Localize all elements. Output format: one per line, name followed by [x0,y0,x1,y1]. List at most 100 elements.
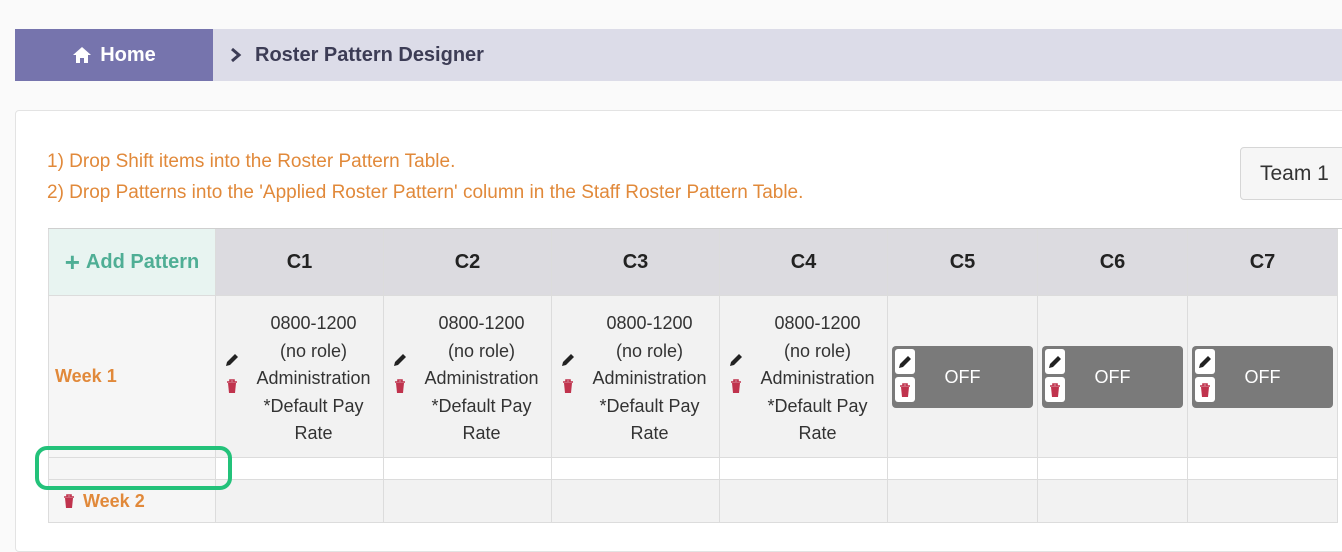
drop-zone[interactable] [552,458,720,480]
shift-item[interactable]: 0800-1200 (no role) Administration *Defa… [384,296,551,457]
shift-pay-rate: Rate [630,423,669,444]
chevron-right-icon [231,47,242,63]
delete-button[interactable] [895,377,915,402]
trash-icon [1200,382,1210,397]
pattern-cell[interactable] [216,480,384,523]
home-icon [73,47,92,63]
shift-details: 0800-1200 (no role) Administration *Defa… [412,310,551,448]
column-header: C5 [888,229,1038,296]
pencil-icon [1049,355,1061,368]
shift-department: Administration [424,368,539,389]
drop-zone[interactable] [720,458,888,480]
home-link[interactable]: Home [15,29,213,81]
pencil-icon [899,355,911,368]
pencil-icon[interactable] [728,352,744,368]
plus-icon: + [64,247,80,277]
shift-time: 0800-1200 [438,313,525,333]
instruction-line: 2) Drop Patterns into the 'Applied Roste… [47,182,804,203]
drop-zone-row [48,458,1342,480]
edit-button[interactable] [1045,349,1065,374]
trash-icon[interactable] [560,378,576,394]
edit-button[interactable] [1195,349,1215,374]
pattern-cell[interactable]: OFF [1188,296,1338,458]
breadcrumb-current: Roster Pattern Designer [255,43,484,66]
pencil-icon[interactable] [392,352,408,368]
shift-item[interactable]: 0800-1200 (no role) Administration *Defa… [720,296,887,457]
highlight-outline [35,446,232,490]
pattern-cell[interactable]: OFF [888,296,1038,458]
team-select-value: Team 1 [1260,161,1329,185]
shift-pay-rate: Rate [798,423,837,444]
drop-zone[interactable] [384,458,552,480]
trash-icon[interactable] [392,378,408,394]
shift-pay-rate: *Default Pay [263,395,364,416]
shift-pay-rate: *Default Pay [431,395,532,416]
trash-icon [1050,382,1060,397]
pattern-cell[interactable]: OFF [1038,296,1188,458]
trash-icon [900,382,910,397]
drop-zone[interactable] [888,458,1038,480]
pattern-cell[interactable] [552,480,720,523]
instruction-line: 1) Drop Shift items into the Roster Patt… [47,151,456,172]
column-header: C7 [1188,229,1338,296]
column-header: C6 [1038,229,1188,296]
shift-details: 0800-1200 (no role) Administration *Defa… [580,310,719,448]
table-header-row: + Add Pattern C1 C2 C3 C4 C5 C6 C7 [48,229,1342,296]
pattern-cell[interactable] [720,480,888,523]
pattern-cell[interactable] [1038,480,1188,523]
drop-zone[interactable] [216,458,384,480]
shift-pay-rate: Rate [462,423,501,444]
shift-time: 0800-1200 [270,313,357,333]
shift-item[interactable]: 0800-1200 (no role) Administration *Defa… [552,296,719,457]
shift-role: (no role) [783,340,852,361]
delete-button[interactable] [1045,377,1065,402]
column-header: C3 [552,229,720,296]
pattern-cell[interactable] [384,480,552,523]
pattern-cell[interactable] [1188,480,1338,523]
shift-time: 0800-1200 [606,313,693,333]
pattern-cell[interactable]: 0800-1200 (no role) Administration *Defa… [720,296,888,458]
drop-zone[interactable] [1188,458,1338,480]
pencil-icon [1199,355,1211,368]
shift-department: Administration [256,368,371,389]
pattern-cell[interactable]: 0800-1200 (no role) Administration *Defa… [552,296,720,458]
trash-icon[interactable] [728,378,744,394]
shift-role: (no role) [279,340,348,361]
add-pattern-label: Add Pattern [85,250,200,273]
trash-icon[interactable] [61,493,77,509]
add-pattern-button[interactable]: + Add Pattern [48,229,216,296]
shift-department: Administration [760,368,875,389]
shift-role: (no role) [447,340,516,361]
pencil-icon[interactable] [224,352,240,368]
shift-role: (no role) [615,340,684,361]
delete-button[interactable] [1195,377,1215,402]
home-label: Home [100,43,156,66]
column-header: C2 [384,229,552,296]
pattern-cell[interactable]: 0800-1200 (no role) Administration *Defa… [384,296,552,458]
pattern-cell[interactable]: 0800-1200 (no role) Administration *Defa… [216,296,384,458]
pattern-cell[interactable] [888,480,1038,523]
off-label: OFF [1244,366,1281,387]
drop-zone[interactable] [1038,458,1188,480]
shift-time: 0800-1200 [774,313,861,333]
column-header: C4 [720,229,888,296]
shift-details: 0800-1200 (no role) Administration *Defa… [244,310,383,448]
shift-pay-rate: *Default Pay [599,395,700,416]
breadcrumb: Home Roster Pattern Designer [15,29,1342,81]
week-row: Week 2 [48,480,1342,523]
off-shift-item[interactable]: OFF [1192,346,1333,408]
off-shift-item[interactable]: OFF [1042,346,1183,408]
team-select[interactable]: Team 1 [1240,147,1342,200]
off-shift-item[interactable]: OFF [892,346,1033,408]
instructions: 1) Drop Shift items into the Roster Patt… [47,146,803,208]
roster-pattern-table: + Add Pattern C1 C2 C3 C4 C5 C6 C7 Week … [48,228,1342,523]
shift-pay-rate: Rate [294,423,333,444]
week-label: Week 1 [48,296,216,458]
shift-item[interactable]: 0800-1200 (no role) Administration *Defa… [216,296,383,457]
pencil-icon[interactable] [560,352,576,368]
trash-icon[interactable] [224,378,240,394]
edit-button[interactable] [895,349,915,374]
off-label: OFF [944,366,981,387]
shift-department: Administration [592,368,707,389]
shift-pay-rate: *Default Pay [767,395,868,416]
